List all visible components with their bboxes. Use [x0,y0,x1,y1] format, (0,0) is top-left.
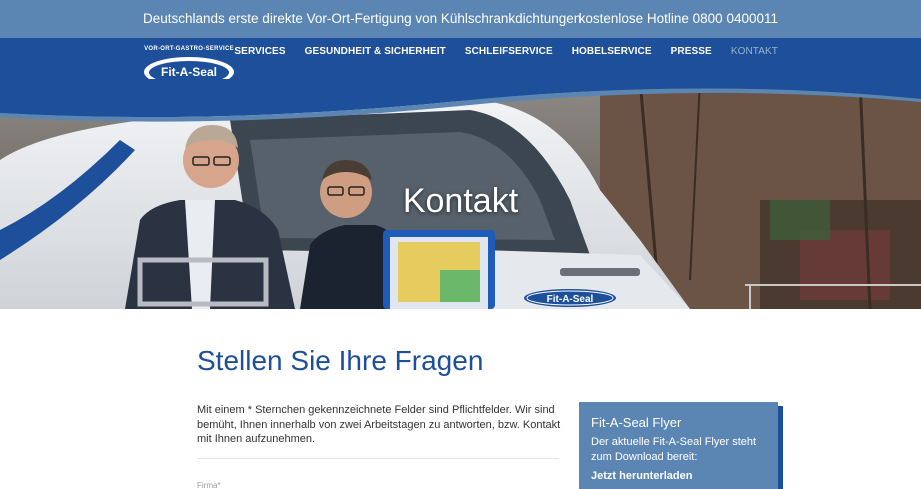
main-nav: SERVICES GESUNDHEIT & SICHERHEIT SCHLEIF… [234,46,778,57]
logo-tagline: VOR-ORT-GASTRO-SERVICE [144,46,234,52]
intro-text: Mit einem * Sternchen gekennzeichnete Fe… [197,404,561,445]
hotline-text[interactable]: kostenlose Hotline 0800 0400011 [579,11,778,26]
nav-item-kontakt[interactable]: KONTAKT [731,46,778,57]
flyer-box: Fit-A-Seal Flyer Der aktuelle Fit-A-Seal… [579,402,778,489]
nav-item-gesundheit-sicherheit[interactable]: GESUNDHEIT & SICHERHEIT [305,46,446,57]
top-bar: Deutschlands erste direkte Vor-Ort-Ferti… [0,0,921,38]
flyer-title: Fit-A-Seal Flyer [591,415,682,430]
nav-item-services[interactable]: SERVICES [234,46,285,57]
top-tagline: Deutschlands erste direkte Vor-Ort-Ferti… [143,11,582,26]
header-wave [0,79,921,122]
van-logo-text: Fit-A-Seal [547,294,594,305]
page-title: Stellen Sie Ihre Fragen [197,345,484,376]
flyer-text: Der aktuelle Fit-A-Seal Flyer steht zum … [591,436,757,463]
nav-item-hobelservice[interactable]: HOBELSERVICE [572,46,652,57]
nav-item-schleifservice[interactable]: SCHLEIFSERVICE [465,46,553,57]
firma-field-label: Firma* [197,481,221,489]
flyer-download-link[interactable]: Jetzt herunterladen [591,470,766,482]
hero-title: Kontakt [402,182,519,220]
nav-item-presse[interactable]: PRESSE [671,46,712,57]
divider [197,458,559,459]
